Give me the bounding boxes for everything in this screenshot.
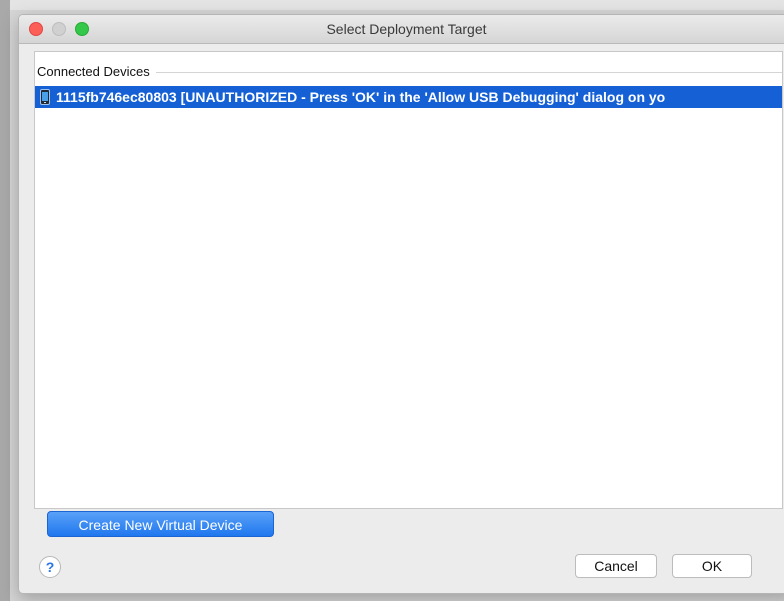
help-button[interactable]: ? [39, 556, 61, 578]
connected-devices-group-header: Connected Devices [37, 64, 782, 80]
title-bar: Select Deployment Target [19, 15, 784, 44]
deployment-target-dialog: Select Deployment Target Connected Devic… [18, 14, 784, 594]
device-list: Connected Devices 1115fb746ec80803 [UNAU… [34, 51, 783, 509]
ok-button[interactable]: OK [672, 554, 752, 578]
create-new-virtual-device-button[interactable]: Create New Virtual Device [47, 511, 274, 537]
phone-icon [40, 89, 50, 105]
dialog-title: Select Deployment Target [326, 21, 487, 37]
background-panel [0, 0, 10, 601]
device-row-selected[interactable]: 1115fb746ec80803 [UNAUTHORIZED - Press '… [35, 86, 782, 108]
background-window-edge [10, 0, 784, 10]
device-row-label: 1115fb746ec80803 [UNAUTHORIZED - Press '… [56, 89, 666, 105]
connected-devices-label: Connected Devices [37, 64, 156, 80]
cancel-button[interactable]: Cancel [575, 554, 657, 578]
